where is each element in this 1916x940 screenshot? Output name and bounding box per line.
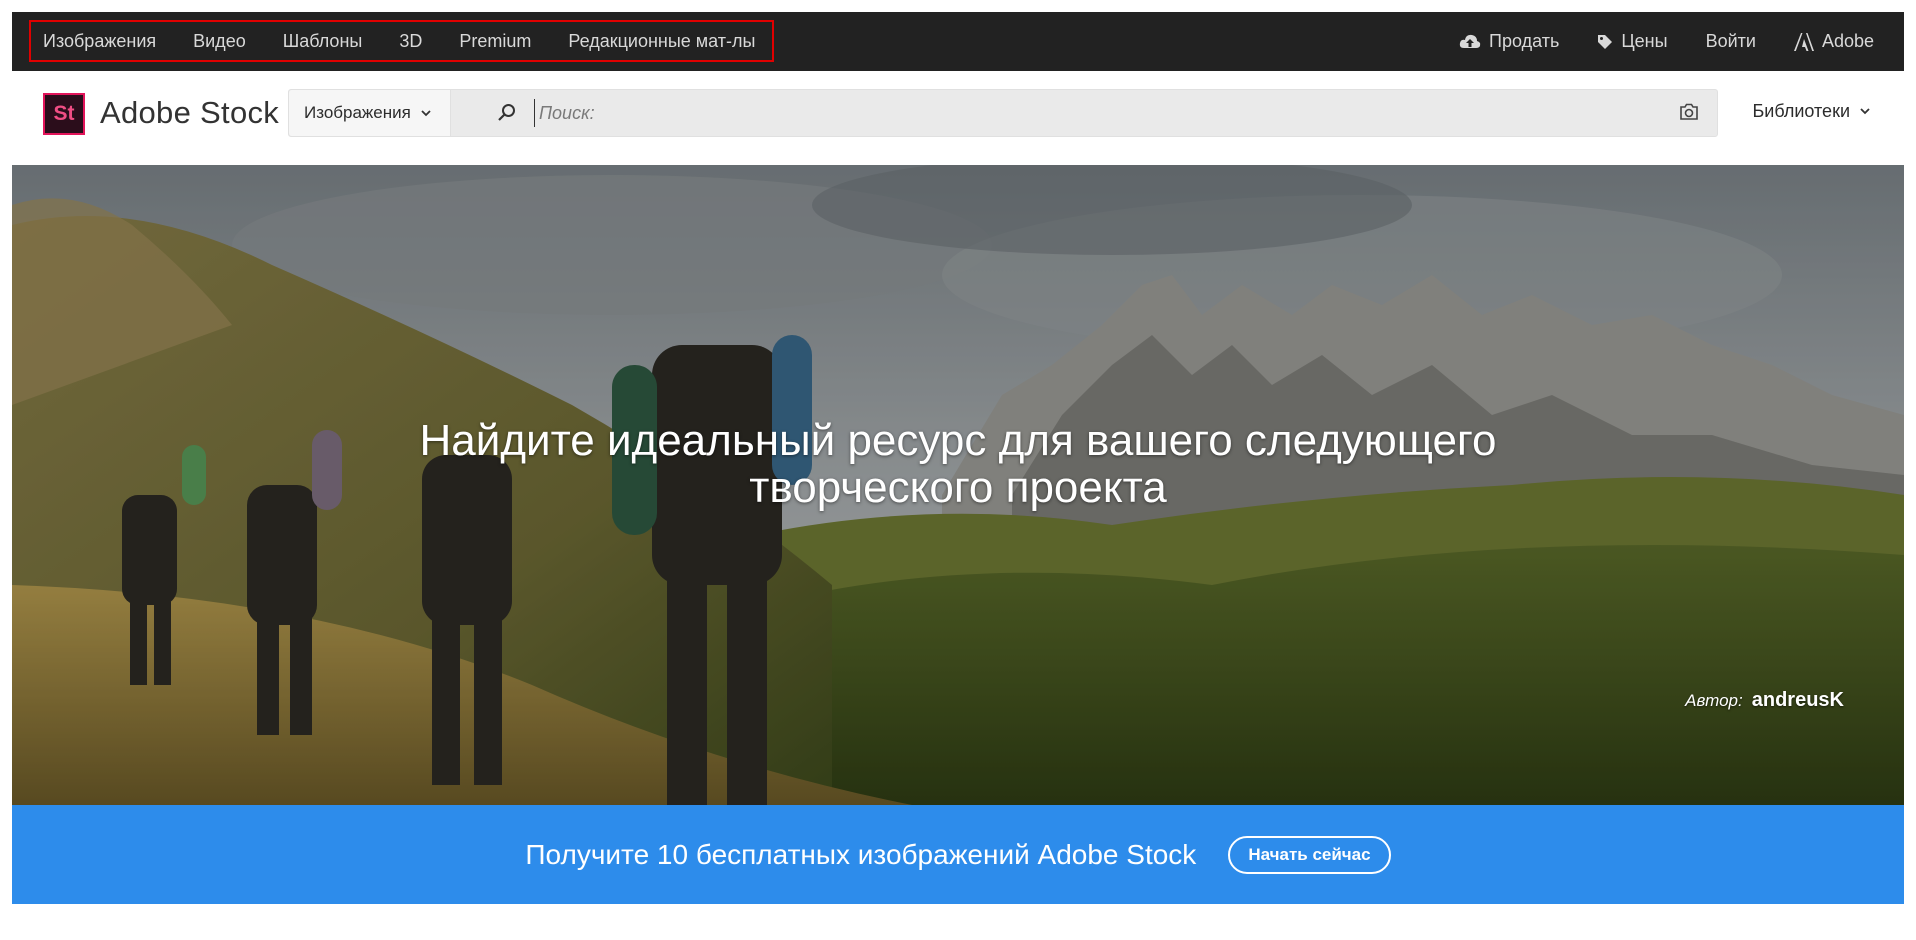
nav-premium[interactable]: Premium — [459, 31, 531, 52]
sell-link[interactable]: Продать — [1459, 31, 1559, 52]
nav-images[interactable]: Изображения — [43, 31, 156, 52]
credit-author[interactable]: andreusK — [1752, 689, 1844, 711]
cloud-upload-icon — [1459, 34, 1481, 48]
libraries-label: Библиотеки — [1752, 101, 1850, 121]
chevron-down-icon — [421, 109, 431, 116]
search-header: St Adobe Stock Изображения Библиотеки — [12, 71, 1904, 165]
sell-label: Продать — [1489, 31, 1560, 51]
sign-in-label: Войти — [1705, 31, 1756, 51]
chevron-down-icon — [1860, 108, 1870, 115]
search-icon — [498, 104, 515, 121]
adobe-link[interactable]: Adobe — [1793, 31, 1874, 52]
tag-icon — [1598, 34, 1613, 49]
account-nav: Продать Цены Войти Adobe — [1421, 12, 1874, 71]
hero-banner: Найдите идеальный ресурс для вашего след… — [12, 165, 1904, 805]
nav-templates[interactable]: Шаблоны — [283, 31, 363, 52]
credit-label: Автор: — [1685, 691, 1743, 710]
logo-mark: St — [53, 102, 75, 125]
image-credit: Автор: andreusK — [1685, 689, 1844, 712]
hero-title-line2: творческого проекта — [749, 463, 1167, 512]
nav-3d[interactable]: 3D — [399, 31, 422, 52]
libraries-dropdown[interactable]: Библиотеки — [1752, 101, 1870, 122]
top-navigation: Изображения Видео Шаблоны 3D Premium Ред… — [12, 12, 1904, 71]
start-now-button[interactable]: Начать сейчас — [1228, 835, 1391, 874]
pricing-label: Цены — [1621, 31, 1668, 51]
hero-title: Найдите идеальный ресурс для вашего след… — [12, 417, 1904, 511]
search-bar: Изображения — [288, 89, 1718, 137]
pricing-link[interactable]: Цены — [1597, 31, 1668, 52]
camera-icon[interactable] — [1679, 103, 1699, 121]
nav-video[interactable]: Видео — [193, 31, 246, 52]
adobe-logo-icon — [1793, 32, 1814, 51]
promo-banner: Получите 10 бесплатных изображений Adobe… — [12, 805, 1904, 904]
adobe-label: Adobe — [1821, 31, 1874, 51]
sign-in-link[interactable]: Войти — [1706, 31, 1756, 52]
category-nav: Изображения Видео Шаблоны 3D Premium Ред… — [29, 20, 775, 62]
search-type-label: Изображения — [304, 103, 411, 122]
page-frame: Изображения Видео Шаблоны 3D Premium Ред… — [12, 12, 1904, 904]
search-input[interactable] — [534, 99, 1634, 127]
adobe-stock-logo[interactable]: St — [43, 93, 85, 135]
hero-title-line1: Найдите идеальный ресурс для вашего след… — [419, 416, 1497, 465]
nav-editorial[interactable]: Редакционные мат-лы — [568, 31, 755, 52]
search-type-dropdown[interactable]: Изображения — [289, 90, 451, 136]
promo-text: Получите 10 бесплатных изображений Adobe… — [525, 838, 1197, 870]
logo-text[interactable]: Adobe Stock — [100, 95, 279, 131]
